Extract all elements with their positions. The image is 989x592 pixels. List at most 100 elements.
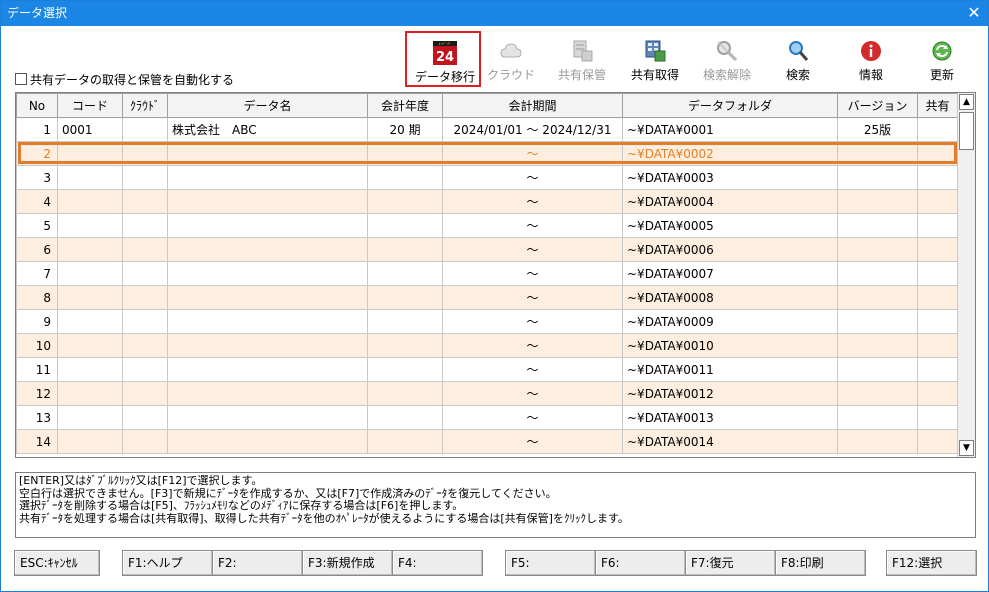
cell-code[interactable] bbox=[57, 213, 123, 238]
cell-code[interactable] bbox=[57, 237, 123, 262]
cell-cloud[interactable] bbox=[122, 357, 168, 382]
f8-print-button[interactable]: F8:印刷 bbox=[775, 550, 866, 576]
cell-fiscal-period[interactable]: ～ bbox=[442, 237, 623, 262]
cell-fiscal-year[interactable] bbox=[367, 357, 443, 382]
cell-version[interactable] bbox=[837, 285, 918, 310]
cell-shared[interactable] bbox=[917, 237, 958, 262]
cell-fiscal-period[interactable]: ～ bbox=[442, 429, 623, 454]
cell-no[interactable]: 11 bbox=[16, 357, 58, 382]
col-header-cloud[interactable]: ｸﾗｳﾄﾞ bbox=[122, 93, 168, 118]
table-row[interactable]: 5 ～ ~¥DATA¥0005 bbox=[16, 213, 958, 238]
cell-data-folder[interactable]: ~¥DATA¥0001 bbox=[622, 117, 838, 142]
cell-shared[interactable] bbox=[917, 309, 958, 334]
cell-no[interactable]: 14 bbox=[16, 429, 58, 454]
cell-no[interactable]: 13 bbox=[16, 405, 58, 430]
table-row[interactable]: 6 ～ ~¥DATA¥0006 bbox=[16, 237, 958, 262]
cell-no[interactable]: 12 bbox=[16, 381, 58, 406]
cell-fiscal-year[interactable] bbox=[367, 381, 443, 406]
cell-data-folder[interactable]: ~¥DATA¥0013 bbox=[622, 405, 838, 430]
cell-fiscal-period[interactable]: ～ bbox=[442, 285, 623, 310]
cell-data-folder[interactable]: ~¥DATA¥0009 bbox=[622, 309, 838, 334]
cell-version[interactable] bbox=[837, 237, 918, 262]
esc-cancel-button[interactable]: ESC:ｷｬﾝｾﾙ bbox=[14, 550, 100, 576]
table-row[interactable]: 2 ～ ~¥DATA¥0002 bbox=[16, 141, 958, 166]
cell-version[interactable] bbox=[837, 213, 918, 238]
cell-shared[interactable] bbox=[917, 141, 958, 166]
cell-data-name[interactable] bbox=[167, 381, 368, 406]
cell-data-folder[interactable]: ~¥DATA¥0006 bbox=[622, 237, 838, 262]
cell-cloud[interactable] bbox=[122, 333, 168, 358]
cell-shared[interactable] bbox=[917, 333, 958, 358]
col-header-no[interactable]: No bbox=[16, 93, 58, 118]
close-icon[interactable]: ✕ bbox=[966, 1, 982, 26]
data-migration-button[interactable]: ｷｰﾊﾞｰﾊﾞ 24 データ移行 bbox=[405, 31, 481, 87]
f6-button[interactable]: F6: bbox=[595, 550, 686, 576]
cell-version[interactable] bbox=[837, 141, 918, 166]
cell-code[interactable] bbox=[57, 261, 123, 286]
search-clear-button[interactable]: 検索解除 bbox=[689, 31, 765, 87]
cell-fiscal-period[interactable]: ～ bbox=[442, 405, 623, 430]
cell-version[interactable] bbox=[837, 333, 918, 358]
cell-data-folder[interactable]: ~¥DATA¥0002 bbox=[622, 141, 838, 166]
cell-shared[interactable] bbox=[917, 213, 958, 238]
cell-fiscal-year[interactable] bbox=[367, 141, 443, 166]
cell-version[interactable] bbox=[837, 357, 918, 382]
cell-data-name[interactable] bbox=[167, 405, 368, 430]
cell-cloud[interactable] bbox=[122, 165, 168, 190]
cell-data-name[interactable] bbox=[167, 357, 368, 382]
table-row[interactable]: 13 ～ ~¥DATA¥0013 bbox=[16, 405, 958, 430]
cell-fiscal-year[interactable] bbox=[367, 237, 443, 262]
cell-version[interactable] bbox=[837, 429, 918, 454]
cell-code[interactable] bbox=[57, 141, 123, 166]
cell-cloud[interactable] bbox=[122, 141, 168, 166]
cell-shared[interactable] bbox=[917, 117, 958, 142]
cell-fiscal-year[interactable] bbox=[367, 333, 443, 358]
scroll-up-arrow[interactable]: ▲ bbox=[959, 94, 974, 110]
cell-shared[interactable] bbox=[917, 165, 958, 190]
f12-select-button[interactable]: F12:選択 bbox=[886, 550, 977, 576]
table-row[interactable]: 8 ～ ~¥DATA¥0008 bbox=[16, 285, 958, 310]
cell-version[interactable] bbox=[837, 165, 918, 190]
cell-cloud[interactable] bbox=[122, 237, 168, 262]
cell-cloud[interactable] bbox=[122, 405, 168, 430]
shared-get-button[interactable]: 共有取得 bbox=[617, 31, 693, 87]
scroll-thumb[interactable] bbox=[959, 112, 974, 150]
f5-button[interactable]: F5: bbox=[505, 550, 596, 576]
cell-code[interactable] bbox=[57, 333, 123, 358]
info-button[interactable]: 情報 bbox=[833, 31, 909, 87]
cell-data-name[interactable] bbox=[167, 213, 368, 238]
cell-cloud[interactable] bbox=[122, 213, 168, 238]
cell-data-name[interactable] bbox=[167, 165, 368, 190]
col-header-version[interactable]: バージョン bbox=[837, 93, 918, 118]
cell-version[interactable] bbox=[837, 405, 918, 430]
cell-data-folder[interactable]: ~¥DATA¥0003 bbox=[622, 165, 838, 190]
cell-cloud[interactable] bbox=[122, 117, 168, 142]
shared-store-button[interactable]: 共有保管 bbox=[544, 31, 620, 87]
cell-version[interactable] bbox=[837, 381, 918, 406]
cell-fiscal-period[interactable]: ～ bbox=[442, 141, 623, 166]
cell-data-folder[interactable]: ~¥DATA¥0010 bbox=[622, 333, 838, 358]
cell-fiscal-year[interactable] bbox=[367, 429, 443, 454]
cell-no[interactable]: 9 bbox=[16, 309, 58, 334]
col-header-fiscal-year[interactable]: 会計年度 bbox=[367, 93, 443, 118]
table-row[interactable]: 11 ～ ~¥DATA¥0011 bbox=[16, 357, 958, 382]
cell-version[interactable] bbox=[837, 189, 918, 214]
cell-code[interactable] bbox=[57, 189, 123, 214]
f1-help-button[interactable]: F1:ヘルプ bbox=[122, 550, 213, 576]
cell-data-name[interactable]: 株式会社 ABC bbox=[167, 117, 368, 142]
f2-button[interactable]: F2: bbox=[212, 550, 303, 576]
cell-code[interactable] bbox=[57, 381, 123, 406]
cell-shared[interactable] bbox=[917, 381, 958, 406]
cell-code[interactable] bbox=[57, 429, 123, 454]
scroll-down-arrow[interactable]: ▼ bbox=[959, 440, 974, 456]
cell-fiscal-year[interactable] bbox=[367, 213, 443, 238]
cell-version[interactable] bbox=[837, 309, 918, 334]
table-row[interactable]: 7 ～ ~¥DATA¥0007 bbox=[16, 261, 958, 286]
cell-data-folder[interactable]: ~¥DATA¥0011 bbox=[622, 357, 838, 382]
col-header-fiscal-period[interactable]: 会計期間 bbox=[442, 93, 623, 118]
cell-data-name[interactable] bbox=[167, 309, 368, 334]
cell-shared[interactable] bbox=[917, 429, 958, 454]
cell-fiscal-period[interactable]: ～ bbox=[442, 381, 623, 406]
cell-shared[interactable] bbox=[917, 405, 958, 430]
cell-code[interactable] bbox=[57, 165, 123, 190]
